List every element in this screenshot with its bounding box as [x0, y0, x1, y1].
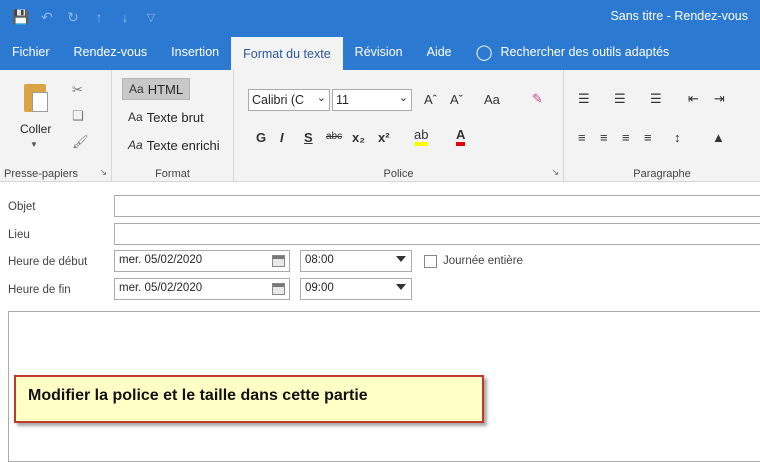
subscript-button[interactable]: x₂ [352, 130, 365, 145]
chevron-down-icon: ⌄ [398, 92, 408, 104]
calendar-icon[interactable] [272, 283, 285, 295]
window-title: Sans titre - Rendez-vous [610, 9, 748, 23]
group-paragraph: ☰ ☰ ☰ ⇤ ⇥ ≡ ≡ ≡ ≡ ↕ ▲ Paragraphe [564, 70, 760, 182]
tab-fichier[interactable]: Fichier [0, 34, 62, 70]
customize-dropdown-icon[interactable]: ▽ [138, 0, 164, 34]
group-label-paragraph: Paragraphe [633, 168, 691, 180]
clear-formatting-icon[interactable]: ✎ [532, 91, 543, 107]
down-arrow-icon[interactable]: ↓ [112, 0, 138, 34]
multilevel-list-icon[interactable]: ☰ [650, 91, 662, 107]
dropdown-arrow-icon [396, 256, 406, 262]
tab-revision[interactable]: Révision [343, 34, 415, 70]
font-size-select[interactable]: 11 ⌄ [332, 89, 412, 111]
format-html-button[interactable]: Aa HTML [122, 78, 191, 100]
bullets-icon[interactable]: ☰ [578, 91, 590, 107]
paste-dropdown-icon[interactable]: ▼ [30, 140, 38, 149]
cut-icon[interactable]: ✂ [72, 82, 83, 98]
paste-icon[interactable] [22, 82, 50, 114]
ribbon: Coller ▼ ✂ ❏ 🖌 Presse-papiers ↘ Aa HTML A… [0, 70, 760, 182]
search-tools-label: Rechercher des outils adaptés [500, 45, 670, 59]
align-right-icon[interactable]: ≡ [622, 130, 630, 145]
format-plain-text-button[interactable]: Aa Texte brut [122, 106, 210, 128]
group-clipboard: Coller ▼ ✂ ❏ 🖌 Presse-papiers ↘ [0, 70, 112, 182]
shrink-font-button[interactable]: Aˇ [450, 92, 463, 107]
shading-icon[interactable]: ▲ [712, 130, 725, 145]
align-center-icon[interactable]: ≡ [600, 130, 608, 145]
tab-format-du-texte[interactable]: Format du texte [231, 37, 343, 70]
align-left-icon[interactable]: ≡ [578, 130, 586, 145]
group-label-font: Police [383, 168, 414, 180]
paste-button[interactable]: Coller [20, 122, 51, 136]
italic-button[interactable]: I [280, 130, 284, 145]
end-time-select[interactable]: 09:00 [300, 278, 412, 300]
change-case-button[interactable]: Aa [484, 92, 500, 107]
line-spacing-icon[interactable]: ↕ [674, 130, 681, 145]
lightbulb-icon: ◯ [475, 44, 493, 61]
title-bar: 💾 ↶ ↻ ↑ ↓ ▽ Sans titre - Rendez-vous [0, 0, 760, 34]
grow-font-button[interactable]: Aˆ [424, 92, 437, 107]
group-label-clipboard: Presse-papiers [4, 168, 78, 180]
format-rich-text-button[interactable]: Aa Texte enrichi [122, 134, 226, 156]
undo-icon[interactable]: ↶ [34, 0, 60, 34]
format-painter-icon[interactable]: 🖌 [72, 134, 89, 150]
subject-input[interactable] [114, 195, 760, 217]
bold-button[interactable]: G [256, 130, 266, 145]
start-label: Heure de début [8, 256, 88, 268]
chevron-down-icon: ⌄ [316, 92, 326, 104]
appointment-form: Objet Lieu Heure de début mer. 05/02/202… [0, 183, 760, 311]
group-format: Aa HTML Aa Texte brut Aa Texte enrichi Form… [112, 70, 234, 182]
calendar-icon[interactable] [272, 255, 285, 267]
decrease-indent-icon[interactable]: ⇤ [688, 91, 699, 107]
all-day-label: Journée entière [443, 255, 523, 267]
subject-label: Objet [8, 201, 36, 213]
strikethrough-button[interactable]: abc [326, 131, 342, 142]
quick-access-toolbar: 💾 ↶ ↻ ↑ ↓ ▽ [0, 0, 164, 34]
save-icon[interactable]: 💾 [8, 0, 34, 34]
underline-button[interactable]: S [304, 130, 313, 145]
group-label-format: Format [155, 168, 190, 180]
search-tools[interactable]: ◯ Rechercher des outils adaptés [464, 34, 682, 70]
font-launcher-icon[interactable]: ↘ [551, 167, 559, 178]
font-name-select[interactable]: Calibri (C ⌄ [248, 89, 330, 111]
redo-icon[interactable]: ↻ [60, 0, 86, 34]
clipboard-launcher-icon[interactable]: ↘ [99, 167, 107, 178]
tab-rendez-vous[interactable]: Rendez-vous [62, 34, 160, 70]
up-arrow-icon[interactable]: ↑ [86, 0, 112, 34]
location-label: Lieu [8, 229, 30, 241]
end-label: Heure de fin [8, 284, 71, 296]
numbering-icon[interactable]: ☰ [614, 91, 626, 107]
font-color-button[interactable]: A [456, 128, 466, 146]
start-time-select[interactable]: 08:00 [300, 250, 412, 272]
copy-icon[interactable]: ❏ [72, 108, 84, 124]
dropdown-arrow-icon [396, 284, 406, 290]
highlight-button[interactable]: ab [414, 128, 429, 146]
ribbon-tabs: Fichier Rendez-vous Insertion Format du … [0, 34, 760, 70]
location-input[interactable] [114, 223, 760, 245]
end-date-input[interactable]: mer. 05/02/2020 [114, 278, 290, 300]
start-date-input[interactable]: mer. 05/02/2020 [114, 250, 290, 272]
all-day-checkbox[interactable] [424, 255, 437, 268]
superscript-button[interactable]: x² [378, 130, 390, 145]
tab-insertion[interactable]: Insertion [159, 34, 231, 70]
callout-note: Modifier la police et le taille dans cet… [14, 375, 484, 423]
group-font: Calibri (C ⌄ 11 ⌄ Aˆ Aˇ Aa ✎ G I S abc x₂ … [234, 70, 564, 182]
justify-icon[interactable]: ≡ [644, 130, 652, 145]
increase-indent-icon[interactable]: ⇥ [714, 91, 725, 107]
tab-aide[interactable]: Aide [415, 34, 464, 70]
